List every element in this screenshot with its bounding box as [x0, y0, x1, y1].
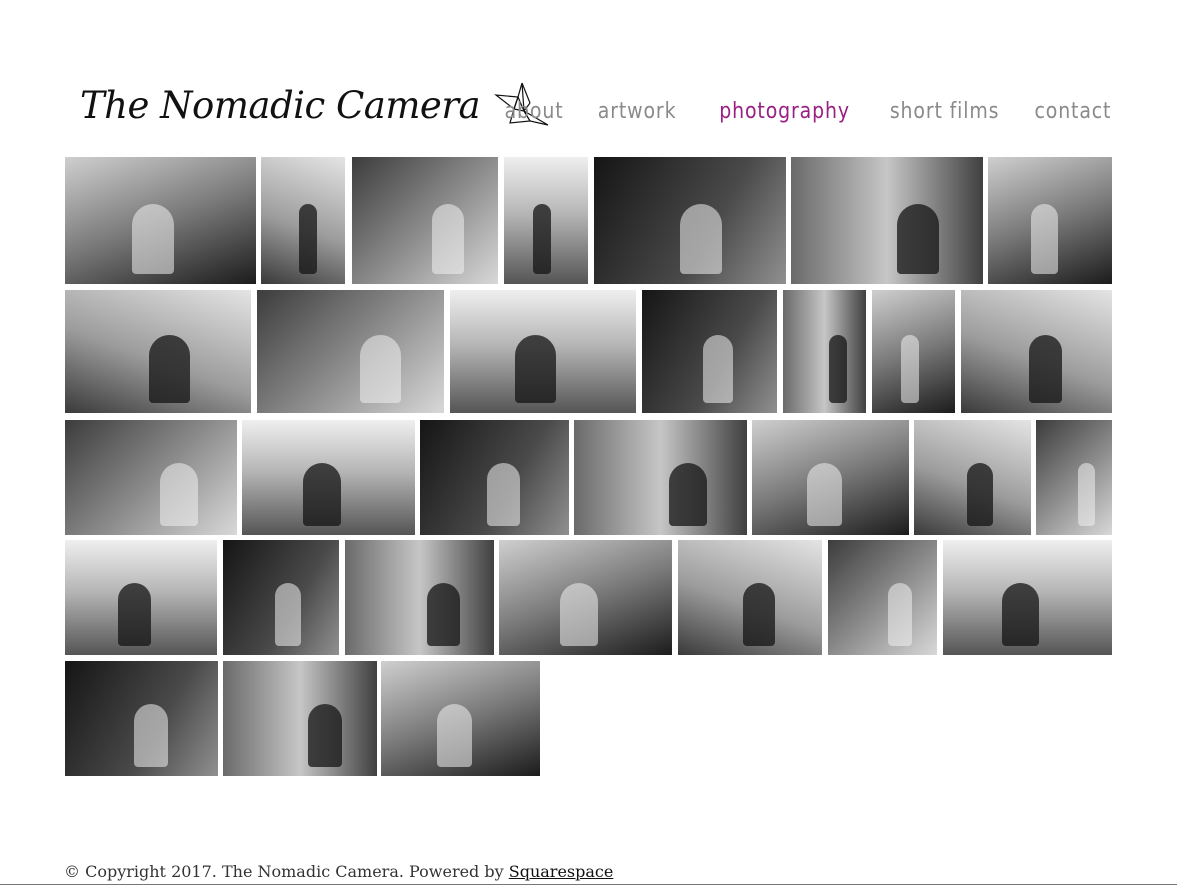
photo-subject [829, 335, 847, 403]
gallery-photo[interactable] [65, 290, 251, 413]
gallery-photo[interactable] [65, 157, 256, 284]
photo-subject [118, 583, 151, 646]
gallery-photo[interactable] [752, 420, 909, 535]
gallery-photo[interactable] [65, 540, 217, 655]
bottom-divider [0, 884, 1177, 885]
photo-gallery [0, 0, 1177, 887]
photo-subject [487, 463, 520, 526]
copyright-text: © Copyright 2017. The Nomadic Camera. Po… [64, 862, 509, 881]
photo-subject [299, 204, 317, 274]
gallery-photo[interactable] [381, 661, 540, 776]
footer: © Copyright 2017. The Nomadic Camera. Po… [64, 862, 613, 881]
photo-subject [888, 583, 912, 646]
gallery-photo[interactable] [783, 290, 866, 413]
gallery-photo[interactable] [223, 540, 339, 655]
photo-subject [669, 463, 707, 526]
gallery-photo[interactable] [242, 420, 415, 535]
photo-subject [897, 204, 939, 274]
photo-subject [1078, 463, 1095, 526]
gallery-photo[interactable] [450, 290, 636, 413]
photo-subject [427, 583, 460, 646]
gallery-photo[interactable] [988, 157, 1112, 284]
gallery-photo[interactable] [943, 540, 1112, 655]
gallery-photo[interactable] [65, 420, 237, 535]
gallery-photo[interactable] [352, 157, 498, 284]
gallery-photo[interactable] [65, 661, 218, 776]
photo-subject [901, 335, 919, 403]
photo-subject [132, 204, 174, 274]
gallery-photo[interactable] [499, 540, 672, 655]
photo-subject [515, 335, 556, 403]
photo-subject [275, 583, 301, 646]
gallery-photo[interactable] [420, 420, 569, 535]
photo-subject [134, 704, 168, 767]
photo-subject [703, 335, 733, 403]
photo-subject [807, 463, 842, 526]
photo-subject [1002, 583, 1039, 646]
gallery-photo[interactable] [642, 290, 777, 413]
gallery-photo[interactable] [257, 290, 444, 413]
gallery-photo[interactable] [1036, 420, 1112, 535]
gallery-photo[interactable] [594, 157, 786, 284]
gallery-photo[interactable] [345, 540, 494, 655]
gallery-photo[interactable] [504, 157, 588, 284]
photo-subject [360, 335, 401, 403]
photo-subject [160, 463, 198, 526]
photo-subject [533, 204, 551, 274]
gallery-photo[interactable] [828, 540, 937, 655]
gallery-photo[interactable] [961, 290, 1112, 413]
photo-subject [680, 204, 722, 274]
photo-subject [308, 704, 342, 767]
photo-subject [149, 335, 190, 403]
gallery-photo[interactable] [914, 420, 1031, 535]
photo-subject [1031, 204, 1058, 274]
photo-subject [967, 463, 993, 526]
gallery-photo[interactable] [261, 157, 345, 284]
photo-subject [1029, 335, 1062, 403]
photo-subject [432, 204, 464, 274]
squarespace-link[interactable]: Squarespace [509, 862, 614, 881]
gallery-photo[interactable] [872, 290, 955, 413]
gallery-photo[interactable] [574, 420, 747, 535]
gallery-photo[interactable] [223, 661, 377, 776]
gallery-photo[interactable] [678, 540, 822, 655]
gallery-photo[interactable] [791, 157, 983, 284]
photo-subject [437, 704, 472, 767]
photo-subject [560, 583, 598, 646]
photo-subject [743, 583, 775, 646]
photo-subject [303, 463, 341, 526]
